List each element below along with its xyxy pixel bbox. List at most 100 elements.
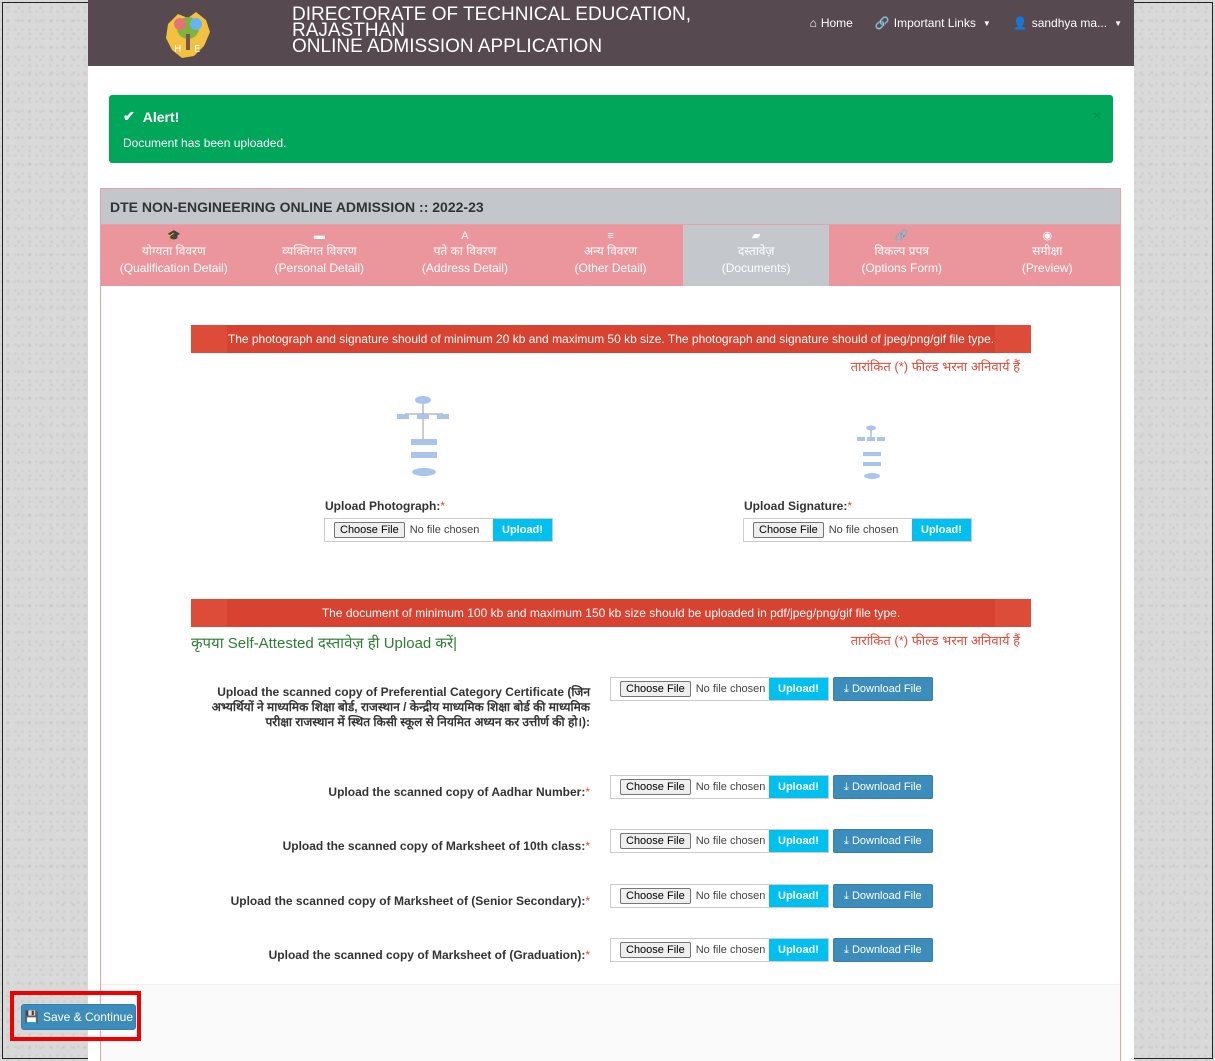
caret-down-icon: ▼ — [982, 18, 991, 28]
download-icon: ⤓ — [844, 682, 849, 695]
upload-signature-button[interactable]: Upload! — [912, 519, 971, 541]
tab-other-detail[interactable]: ≡ अन्य विवरण (Other Detail) — [537, 225, 684, 286]
page: H E DIRECTORATE OF TECHNICAL EDUCATION, … — [88, 0, 1134, 1061]
nav-important-links-label: Important Links — [893, 16, 976, 30]
home-icon: ⌂ — [809, 16, 817, 30]
tab-personal-detail[interactable]: ▬ व्यक्तिगत विवरण (Personal Detail) — [246, 225, 393, 286]
nav-important-links[interactable]: 🔗 Important Links ▼ — [875, 16, 991, 30]
download-icon: ⤓ — [844, 780, 849, 793]
eye-icon: ◉ — [1042, 230, 1053, 242]
download-file-button[interactable]: ⤓ Download File — [833, 938, 933, 962]
choose-file-button[interactable]: Choose File — [620, 833, 691, 849]
required-mark: * — [585, 948, 590, 962]
tab-hindi-label: दस्तावेज़ — [737, 244, 775, 258]
file-choose-area: Choose File No file chosen — [744, 519, 912, 541]
tab-english-label: (Preview) — [1021, 261, 1073, 275]
no-file-text: No file chosen — [695, 835, 766, 847]
alert-message: Document has been uploaded. — [123, 136, 287, 150]
choose-file-button[interactable]: Choose File — [620, 681, 691, 697]
choose-file-button[interactable]: Choose File — [753, 522, 824, 538]
download-file-button[interactable]: ⤓ Download File — [833, 884, 933, 908]
download-icon: ⤓ — [844, 834, 849, 847]
signature-preview-image — [857, 425, 885, 479]
choose-file-button[interactable]: Choose File — [620, 779, 691, 795]
brand-line-3: ONLINE ADMISSION APPLICATION — [292, 36, 603, 57]
upload-document-button[interactable]: Upload! — [769, 678, 828, 700]
download-file-button[interactable]: ⤓ Download File — [833, 677, 933, 701]
upload-photograph-button[interactable]: Upload! — [493, 519, 552, 541]
mandatory-note: तारांकित (*) फील्ड भरना अनिवार्य हैं — [850, 359, 1020, 374]
document-label-text: Upload the scanned copy of Preferential … — [211, 685, 590, 729]
no-file-text: No file chosen — [409, 524, 480, 536]
file-choose-area: Choose File No file chosen — [611, 939, 769, 961]
document-file-input: Choose File No file chosen Upload! — [610, 829, 829, 853]
required-mark: * — [847, 499, 853, 513]
photograph-file-input: Choose File No file chosen Upload! — [324, 518, 553, 542]
panel-title: DTE NON-ENGINEERING ONLINE ADMISSION :: … — [101, 189, 1120, 225]
document-file-input: Choose File No file chosen Upload! — [610, 775, 829, 799]
nav-home-label: Home — [820, 16, 853, 30]
tab-hindi-label: पते का विवरण — [433, 244, 497, 258]
tab-hindi-label: विकल्प प्रपत्र — [874, 244, 929, 258]
admission-panel: DTE NON-ENGINEERING ONLINE ADMISSION :: … — [100, 188, 1121, 1061]
tab-preview[interactable]: ◉ समीक्षा (Preview) — [974, 225, 1121, 286]
choose-file-button[interactable]: Choose File — [620, 888, 691, 904]
upload-photograph-label: Upload Photograph:* — [325, 499, 445, 513]
tab-english-label: (Options Form) — [861, 261, 943, 275]
download-file-button[interactable]: ⤓ Download File — [833, 775, 933, 799]
upload-signature-label-text: Upload Signature: — [744, 499, 848, 513]
save-and-continue-button[interactable]: 💾 Save & Continue — [21, 1004, 136, 1030]
download-file-button[interactable]: ⤓ Download File — [833, 829, 933, 853]
required-mark: * — [585, 894, 590, 908]
photo-notice-text: The photograph and signature should of m… — [227, 332, 995, 346]
tab-hindi-label: अन्य विवरण — [584, 244, 638, 258]
download-file-label: Download File — [851, 781, 922, 793]
choose-file-button[interactable]: Choose File — [620, 942, 691, 958]
rajasthan-logo: H E — [166, 12, 210, 58]
user-icon: 👤 — [1012, 16, 1028, 30]
nav-user-menu[interactable]: 👤 sandhya ma... ▼ — [1013, 16, 1122, 30]
document-label-text: Upload the scanned copy of Marksheet of … — [282, 839, 586, 853]
footer-divider — [101, 984, 1120, 985]
file-choose-area: Choose File No file chosen — [611, 776, 769, 798]
tab-hindi-label: व्यक्तिगत विवरण — [282, 244, 357, 258]
brand-title: DIRECTORATE OF TECHNICAL EDUCATION, RAJA… — [292, 5, 691, 57]
nav-home[interactable]: ⌂ Home — [810, 16, 853, 30]
tab-address-detail[interactable]: A पते का विवरण (Address Detail) — [392, 225, 538, 286]
success-alert: ✔ Alert! Document has been uploaded. × — [109, 95, 1113, 163]
mandatory-note: तारांकित (*) फील्ड भरना अनिवार्य हैं — [850, 633, 1020, 648]
no-file-text: No file chosen — [695, 781, 766, 793]
road-icon: A — [461, 230, 469, 242]
file-choose-area: Choose File No file chosen — [611, 830, 769, 852]
required-mark: * — [585, 839, 590, 853]
save-icon: 💾 — [23, 1010, 39, 1024]
upload-document-button[interactable]: Upload! — [769, 776, 828, 798]
upload-document-button[interactable]: Upload! — [769, 885, 828, 907]
required-mark: * — [585, 785, 590, 799]
download-file-label: Download File — [851, 890, 922, 902]
alert-title: ✔ Alert! — [123, 108, 179, 125]
document-label: Upload the scanned copy of Preferential … — [198, 685, 590, 730]
photo-size-notice: The photograph and signature should of m… — [191, 325, 1031, 353]
close-icon[interactable]: × — [1093, 107, 1101, 123]
tab-options-form[interactable]: 🔗 विकल्प प्रपत्र (Options Form) — [828, 225, 975, 286]
tab-english-label: (Address Detail) — [421, 261, 508, 275]
tab-documents[interactable]: ▰ दस्तावेज़ (Documents) — [683, 225, 829, 286]
tab-english-label: (Qualification Detail) — [119, 261, 228, 275]
download-file-label: Download File — [851, 835, 922, 847]
choose-file-button[interactable]: Choose File — [334, 522, 405, 538]
link-icon: 🔗 — [874, 16, 890, 30]
no-file-text: No file chosen — [695, 944, 766, 956]
file-choose-area: Choose File No file chosen — [611, 678, 769, 700]
svg-text:H: H — [174, 44, 182, 55]
tab-hindi-label: समीक्षा — [1032, 244, 1063, 258]
document-label-text: Upload the scanned copy of Marksheet of … — [268, 948, 586, 962]
list-icon: ≡ — [607, 230, 614, 242]
upload-document-button[interactable]: Upload! — [769, 939, 828, 961]
upload-document-button[interactable]: Upload! — [769, 830, 828, 852]
no-file-text: No file chosen — [695, 683, 766, 695]
tab-english-label: (Other Detail) — [574, 261, 647, 275]
download-file-label: Download File — [851, 944, 922, 956]
nav-menu: ⌂ Home 🔗 Important Links ▼ 👤 sandhya ma.… — [810, 16, 1122, 30]
tab-qualification-detail[interactable]: 🎓 योग्यता विवरण (Qualification Detail) — [101, 225, 247, 286]
